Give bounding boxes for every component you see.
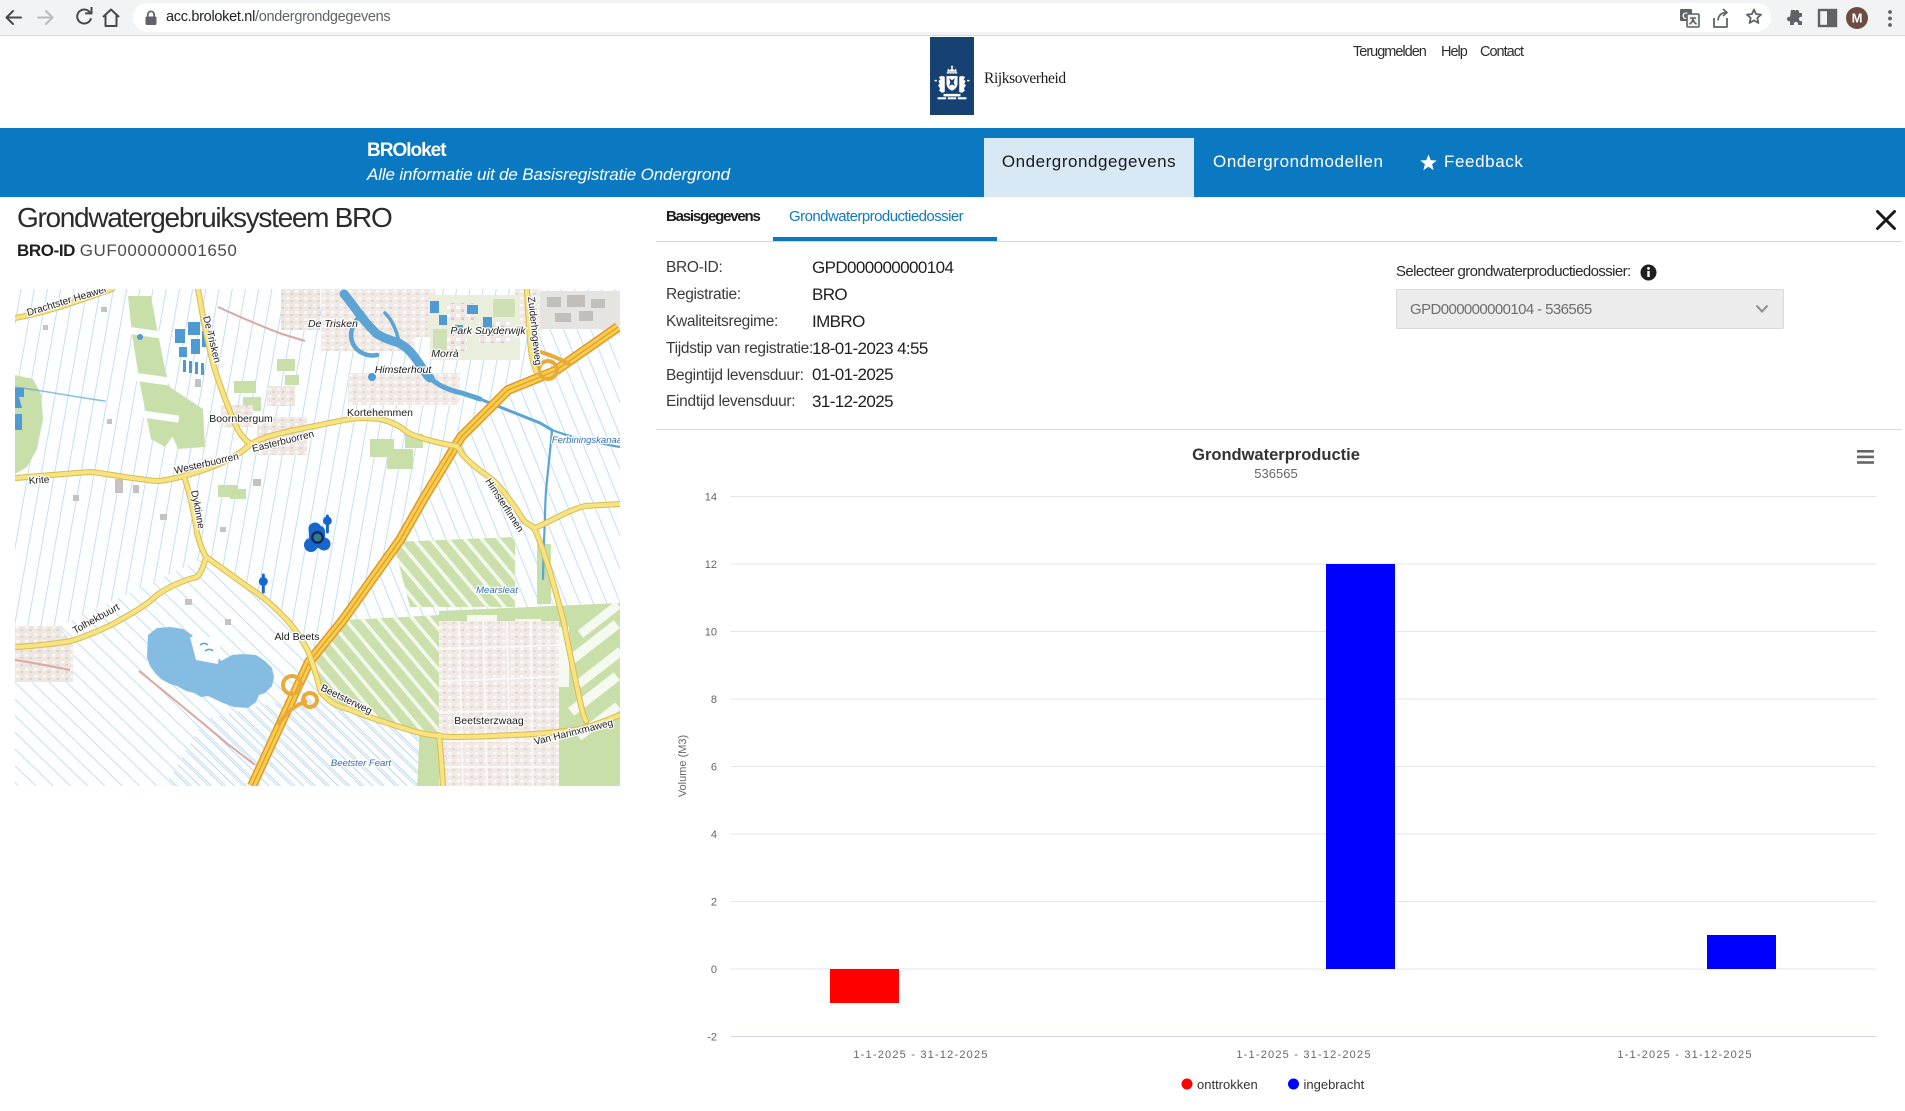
svg-text:8: 8: [711, 694, 717, 706]
svg-text:Morrà: Morrà: [431, 348, 459, 360]
svg-text:De Trisken: De Trisken: [308, 318, 358, 330]
svg-text:Mearsleat: Mearsleat: [476, 585, 518, 596]
svg-text:ingebracht: ingebracht: [1304, 1077, 1365, 1092]
svg-text:4: 4: [711, 829, 717, 841]
svg-text:6: 6: [711, 762, 717, 774]
svg-text:1-1-2025 - 31-12-2025: 1-1-2025 - 31-12-2025: [1617, 1049, 1752, 1061]
svg-text:Ferbiningskanaal: Ferbiningskanaal: [552, 435, 620, 446]
svg-text:Krite: Krite: [28, 475, 50, 487]
svg-text:Boornbergum: Boornbergum: [209, 413, 273, 425]
svg-text:Grondwaterproductie: Grondwaterproductie: [1192, 446, 1360, 464]
svg-text:Volume (M3): Volume (M3): [677, 735, 689, 797]
svg-text:1-1-2025 - 31-12-2025: 1-1-2025 - 31-12-2025: [853, 1049, 988, 1061]
svg-text:2: 2: [711, 897, 717, 909]
svg-text:Ald Beets: Ald Beets: [275, 631, 320, 643]
svg-text:10: 10: [705, 627, 717, 639]
svg-text:1-1-2025 - 31-12-2025: 1-1-2025 - 31-12-2025: [1236, 1049, 1371, 1061]
svg-text:Beetster Feart: Beetster Feart: [331, 758, 392, 769]
svg-text:onttrokken: onttrokken: [1197, 1077, 1258, 1092]
svg-text:Kortehemmen: Kortehemmen: [347, 407, 413, 419]
svg-text:Himsterhout: Himsterhout: [375, 364, 433, 376]
svg-text:Beetsterzwaag: Beetsterzwaag: [454, 715, 524, 727]
svg-text:536565: 536565: [1254, 466, 1297, 481]
svg-text:0: 0: [711, 964, 717, 976]
svg-text:M: M: [1852, 11, 1863, 26]
svg-text:Park Suyderwijk: Park Suyderwijk: [450, 325, 526, 337]
svg-text:14: 14: [705, 492, 717, 504]
svg-text:12: 12: [705, 559, 717, 571]
svg-text:-2: -2: [707, 1032, 717, 1044]
